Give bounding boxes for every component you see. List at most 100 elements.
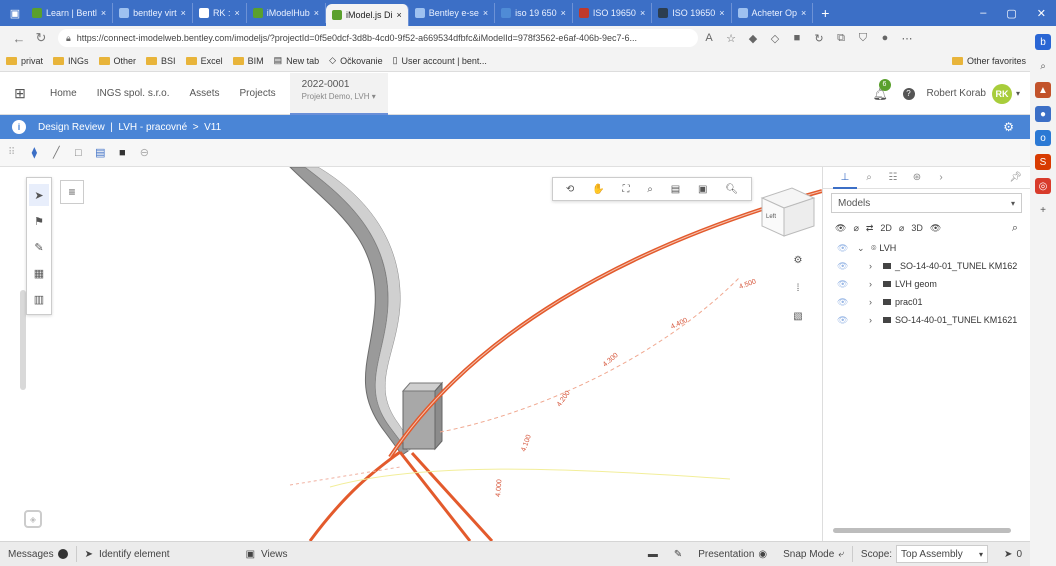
tree-row[interactable]: 👁︎ › SO-14-40-01_TUNEL KM1621 — [823, 311, 1030, 329]
close-window-icon[interactable]: ✕ — [1027, 7, 1056, 20]
outlook-icon[interactable]: o — [1035, 130, 1051, 146]
chevron-right-icon[interactable]: › — [869, 279, 883, 289]
walk-icon[interactable]: ⁞ — [797, 276, 800, 300]
search-tab-icon[interactable]: ⌕ — [857, 172, 881, 183]
messages-item[interactable]: Messages — [0, 549, 76, 560]
view-cube[interactable]: Left — [752, 180, 822, 240]
close-icon[interactable]: × — [719, 8, 724, 18]
map-layers-icon[interactable]: ◈ — [24, 510, 42, 528]
refresh-icon[interactable]: ↻ — [808, 32, 830, 45]
restore-icon[interactable]: ▢ — [996, 7, 1026, 20]
bookmark-link[interactable]: ▯ User account | bent... — [393, 55, 487, 66]
user-name[interactable]: Robert Korab — [927, 88, 986, 99]
bookmark-folder[interactable]: INGs — [53, 56, 89, 66]
tree-row[interactable]: 👁︎ › LVH geom — [823, 275, 1030, 293]
view-list-icon[interactable]: ▤ — [671, 184, 680, 195]
eye-icon[interactable]: 👁︎ — [837, 261, 857, 272]
section-icon[interactable]: ▧ — [793, 304, 802, 328]
box-tool-icon[interactable]: ■ — [113, 144, 131, 162]
grip-icon[interactable]: ⠿ — [8, 147, 15, 158]
select-tool-icon[interactable]: ⧫ — [25, 144, 43, 162]
close-icon[interactable]: × — [234, 8, 239, 18]
camera-icon[interactable]: ⚙ — [794, 248, 803, 272]
close-icon[interactable]: × — [314, 8, 319, 18]
search-icon[interactable]: ⌕ — [1012, 222, 1018, 235]
clear-tool-icon[interactable]: ⊖ — [135, 144, 153, 162]
eye-icon[interactable]: 👁︎ — [837, 315, 857, 326]
layers-tab-icon[interactable]: ⊛ — [905, 172, 929, 183]
toggle-2d[interactable]: 2D — [880, 223, 892, 233]
zoom-icon[interactable]: 🔍︎ — [725, 184, 738, 195]
pin-icon[interactable]: 📌︎ — [1009, 172, 1022, 183]
model-tree-tab-icon[interactable]: ⊥ — [833, 167, 857, 189]
bookmark-folder[interactable]: Excel — [185, 56, 223, 66]
close-icon[interactable]: × — [640, 8, 645, 18]
gear-icon[interactable]: ⚙ — [1003, 120, 1014, 134]
close-icon[interactable]: × — [801, 8, 806, 18]
nav-organization[interactable]: INGS spol. s.r.o. — [87, 88, 180, 99]
tree-row[interactable]: 👁︎ ⌄ ⌾ LVH — [823, 239, 1030, 257]
viewport-3d[interactable]: 4.500 4.400 4.300 4.200 4.100 4.000 — [0, 167, 822, 541]
snap-mode-item[interactable]: Snap Mode ⤶ — [775, 549, 852, 560]
extension-icon[interactable]: ◇ — [764, 32, 786, 45]
more-tab-icon[interactable]: › — [929, 172, 953, 183]
eye-icon[interactable]: 👁︎ — [837, 279, 857, 290]
chevron-right-icon[interactable]: › — [869, 315, 883, 325]
back-icon[interactable]: ← — [8, 31, 30, 46]
eye-icon[interactable]: 👁︎ — [930, 223, 941, 234]
models-select[interactable]: Models ▾ — [831, 193, 1022, 213]
extension-icon[interactable]: ◆ — [742, 32, 764, 45]
fit-view-icon[interactable]: ⛶ — [622, 184, 629, 195]
reload-icon[interactable]: ↻ — [30, 30, 52, 46]
browser-tab[interactable]: ISO 19650 × — [573, 3, 653, 23]
shield-icon[interactable]: ⛉ — [852, 32, 874, 45]
notification-bell-icon[interactable]: 🔔︎ 6 — [873, 78, 891, 101]
toolbox-icon[interactable]: ▬ — [640, 549, 666, 560]
clipboard-icon[interactable]: ▦ — [29, 262, 49, 284]
chevron-down-icon[interactable]: ⌄ — [857, 243, 871, 254]
pan-hand-icon[interactable]: ✋ — [592, 184, 604, 195]
browser-tab[interactable]: Acheter Op × — [732, 3, 814, 23]
close-icon[interactable]: × — [561, 8, 566, 18]
bookmark-folder[interactable]: BSI — [146, 56, 176, 66]
bookmark-folder[interactable]: BIM — [232, 56, 264, 66]
properties-tab-icon[interactable]: ☷ — [881, 172, 905, 183]
window-menu-icon[interactable]: ▣ — [4, 4, 26, 22]
line-tool-icon[interactable]: ╱ — [47, 144, 65, 162]
minimize-icon[interactable]: – — [970, 7, 996, 19]
read-aloud-icon[interactable]: A — [698, 32, 720, 44]
eye-icon[interactable]: 👁︎ — [837, 243, 857, 254]
office-icon[interactable]: S — [1035, 154, 1051, 170]
nav-projects[interactable]: Projects — [230, 88, 286, 99]
close-icon[interactable]: × — [483, 8, 488, 18]
apps-grid-icon[interactable]: ⊞ — [0, 85, 40, 102]
bookmark-link[interactable]: ◇ Očkovanie — [329, 55, 382, 66]
add-icon[interactable]: + — [1035, 202, 1051, 218]
bookmark-folder[interactable]: privat — [6, 56, 43, 66]
identify-item[interactable]: ➤ Identify element — [77, 549, 178, 560]
chevron-right-icon[interactable]: › — [869, 261, 883, 271]
other-favorites[interactable]: Other favorites — [951, 56, 1026, 66]
search-icon[interactable]: ⌕ — [1035, 58, 1051, 74]
tree-row[interactable]: 👁︎ › _SO-14-40-01_TUNEL KM162 — [823, 257, 1030, 275]
zoom-window-icon[interactable]: ⌕ — [647, 184, 653, 195]
tools-icon[interactable]: ● — [1035, 106, 1051, 122]
hide-2d-icon[interactable]: ⌀ — [899, 223, 904, 234]
browser-tab[interactable]: iModelHub × — [247, 3, 327, 23]
url-input[interactable]: 🔒︎ https://connect-imodelweb.bentley.com/… — [58, 29, 698, 47]
browser-tab[interactable]: Bentley e-se × — [409, 3, 496, 23]
nav-home[interactable]: Home — [40, 88, 87, 99]
drop-icon[interactable]: ◎ — [1035, 178, 1051, 194]
hamburger-menu-icon[interactable]: ≡ — [60, 180, 84, 204]
browser-tab[interactable]: ISO 19650 × — [652, 3, 732, 23]
rotate-icon[interactable]: ⟲ — [566, 184, 574, 195]
profile-icon[interactable]: ● — [874, 32, 896, 44]
project-selector[interactable]: 2022-0001 Projekt Demo, LVH ▾ — [289, 72, 388, 115]
bing-icon[interactable]: b — [1035, 34, 1051, 50]
select-arrow-icon[interactable]: ➤ — [29, 184, 49, 206]
browser-tab[interactable]: Learn | Bentl × — [26, 3, 114, 23]
caret-down-icon[interactable]: ▾ — [1016, 89, 1020, 98]
favorite-star-icon[interactable]: ☆ — [720, 32, 742, 45]
close-icon[interactable]: × — [181, 8, 186, 18]
rectangle-tool-icon[interactable]: □ — [69, 144, 87, 162]
